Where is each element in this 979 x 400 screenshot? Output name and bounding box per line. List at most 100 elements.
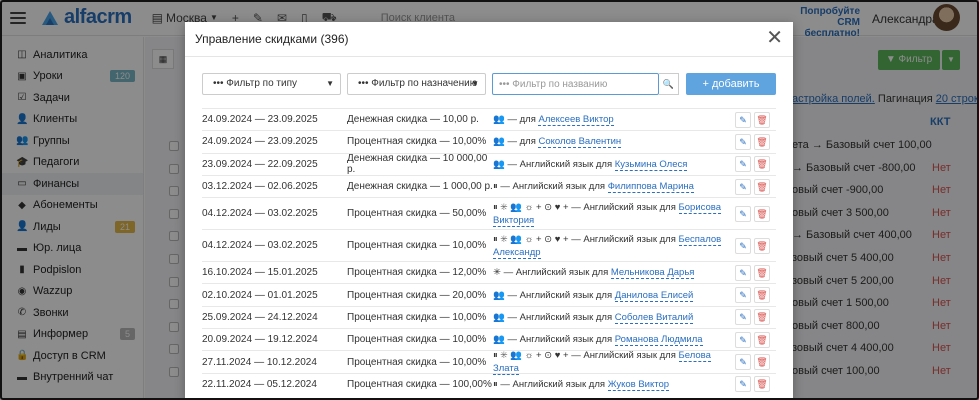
edit-icon[interactable]: ✎ <box>735 156 751 173</box>
purpose-filter-select[interactable]: ••• Фильтр по назначению ▼ <box>347 73 486 95</box>
date-range: 25.09.2024 — 24.12.2024 <box>202 311 318 323</box>
client-link[interactable]: Соколов Валентин <box>538 136 622 149</box>
trash-icon[interactable]: 🗑 <box>754 156 770 173</box>
edit-icon[interactable]: ✎ <box>735 133 751 150</box>
trash-icon[interactable]: 🗑 <box>754 205 770 222</box>
discount-scope: 👥 — для Алексеев Виктор <box>493 113 736 127</box>
trash-icon[interactable]: 🗑 <box>754 354 770 371</box>
row-actions: ✎ 🗑 <box>735 178 770 195</box>
discount-scope: 👥 — Английский язык для Романова Людмила <box>493 333 736 347</box>
client-link[interactable]: Романова Людмила <box>614 334 703 347</box>
scope-text: 👥 — Английский язык для <box>493 334 613 346</box>
row-actions: ✎ 🗑 <box>735 156 770 173</box>
scope-text: ✳ — Английский язык для <box>493 267 609 279</box>
table-row: 22.11.2024 — 05.12.2024 Процентная скидка… <box>202 372 776 395</box>
edit-icon[interactable]: ✎ <box>735 287 751 304</box>
discounts-modal: Управление скидками (396) ✕ ••• Фильтр п… <box>185 22 793 400</box>
trash-icon[interactable]: 🗑 <box>754 264 770 281</box>
scope-text: ⏸ — Английский язык для <box>493 181 606 193</box>
table-row: 27.11.2024 — 10.12.2024 Процентная скидка… <box>202 350 776 376</box>
trash-icon[interactable]: 🗑 <box>754 111 770 128</box>
discount-scope: ⏸ — Английский язык для Жуков Виктор <box>493 378 736 391</box>
scope-text: ⏸ — Английский язык для <box>493 378 606 390</box>
client-link[interactable]: Соболев Виталий <box>614 311 694 324</box>
add-discount-button[interactable]: + добавить <box>686 73 776 95</box>
discount-type: Денежная скидка — 10 000,00 р. <box>347 153 488 176</box>
client-link[interactable]: Кузьмина Олеся <box>614 158 688 171</box>
name-filter-input[interactable] <box>492 73 659 95</box>
table-row: 23.09.2024 — 22.09.2025 Денежная скидка —… <box>202 152 776 176</box>
discount-type: Денежная скидка — 10,00 р. <box>347 114 479 126</box>
discount-scope: ✳ — Английский язык для Мельникова Дарья <box>493 266 736 280</box>
discount-type: Процентная скидка — 10,00% <box>347 136 487 148</box>
date-range: 27.11.2024 — 10.12.2024 <box>202 356 317 368</box>
table-row: 04.12.2024 — 03.02.2025 Процентная скидка… <box>202 229 776 261</box>
trash-icon[interactable]: 🗑 <box>754 133 770 150</box>
discount-type: Процентная скидка — 50,00% <box>347 208 487 220</box>
edit-icon[interactable]: ✎ <box>735 111 751 128</box>
discount-type: Процентная скидка — 10,00% <box>347 311 487 323</box>
scope-text: 👥 — для <box>493 114 536 126</box>
date-range: 20.09.2024 — 19.12.2024 <box>202 334 318 346</box>
search-icon[interactable]: 🔍 <box>659 73 679 95</box>
discount-type: Процентная скидка — 20,00% <box>347 289 487 301</box>
discount-type: Процентная скидка — 100,00% <box>347 378 492 390</box>
type-filter-select[interactable]: ••• Фильтр по типу ▼ <box>202 73 341 95</box>
trash-icon[interactable]: 🗑 <box>754 237 770 254</box>
table-row: 03.12.2024 — 02.06.2025 Денежная скидка —… <box>202 174 776 197</box>
trash-icon[interactable]: 🗑 <box>754 309 770 326</box>
scope-text: 👥 — Английский язык для <box>493 311 613 323</box>
date-range: 02.10.2024 — 01.01.2025 <box>202 289 318 301</box>
row-actions: ✎ 🗑 <box>735 331 770 348</box>
row-actions: ✎ 🗑 <box>735 354 770 371</box>
row-actions: ✎ 🗑 <box>735 133 770 150</box>
modal-header: Управление скидками (396) ✕ <box>185 22 793 57</box>
edit-icon[interactable]: ✎ <box>735 309 751 326</box>
client-link[interactable]: Жуков Виктор <box>607 378 670 391</box>
discount-type: Процентная скидка — 10,00% <box>347 356 487 368</box>
trash-icon[interactable]: 🗑 <box>754 376 770 393</box>
client-link[interactable]: Мельникова Дарья <box>610 267 695 280</box>
edit-icon[interactable]: ✎ <box>735 354 751 371</box>
scope-text: 👥 — Английский язык для <box>493 289 613 301</box>
discounts-table: 24.09.2024 — 23.09.2025 Денежная скидка —… <box>202 108 776 395</box>
edit-icon[interactable]: ✎ <box>735 178 751 195</box>
scope-text: ⏸ ✳ 👥 ☼ + ⊙ ♥ + — Английский язык для <box>493 201 676 213</box>
table-row: 04.12.2024 — 03.02.2025 Процентная скидка… <box>202 197 776 229</box>
discount-scope: ⏸ ✳ 👥 ☼ + ⊙ ♥ + — Английский язык для Бе… <box>493 233 736 259</box>
client-link[interactable]: Алексеев Виктор <box>538 114 614 127</box>
edit-icon[interactable]: ✎ <box>735 331 751 348</box>
trash-icon[interactable]: 🗑 <box>754 331 770 348</box>
edit-icon[interactable]: ✎ <box>735 376 751 393</box>
scope-text: 👥 — для <box>493 136 536 148</box>
scope-text: ⏸ ✳ 👥 ☼ + ⊙ ♥ + — Английский язык для <box>493 233 676 245</box>
date-range: 03.12.2024 — 02.06.2025 <box>202 181 318 193</box>
scope-text: 👥 — Английский язык для <box>493 158 613 170</box>
client-link[interactable]: Филиппова Марина <box>607 181 694 194</box>
date-range: 22.11.2024 — 05.12.2024 <box>202 378 317 390</box>
date-range: 23.09.2024 — 22.09.2025 <box>202 158 318 170</box>
table-row: 25.09.2024 — 24.12.2024 Процентная скидка… <box>202 305 776 328</box>
edit-icon[interactable]: ✎ <box>735 237 751 254</box>
discount-scope: 👥 — Английский язык для Соболев Виталий <box>493 311 736 324</box>
chevron-down-icon: ▼ <box>326 79 334 88</box>
row-actions: ✎ 🗑 <box>735 111 770 128</box>
discount-type: Процентная скидка — 12,00% <box>347 267 487 279</box>
client-link[interactable]: Данилова Елисей <box>614 289 694 302</box>
discount-scope: 👥 — Английский язык для Данилова Елисей <box>493 289 736 302</box>
table-row: 20.09.2024 — 19.12.2024 Процентная скидка… <box>202 328 776 350</box>
trash-icon[interactable]: 🗑 <box>754 178 770 195</box>
trash-icon[interactable]: 🗑 <box>754 287 770 304</box>
row-actions: ✎ 🗑 <box>735 309 770 326</box>
discount-scope: 👥 — для Соколов Валентин <box>493 135 736 149</box>
table-row: 02.10.2024 — 01.01.2025 Процентная скидка… <box>202 283 776 305</box>
edit-icon[interactable]: ✎ <box>735 264 751 281</box>
row-actions: ✎ 🗑 <box>735 287 770 304</box>
row-actions: ✎ 🗑 <box>735 205 770 222</box>
type-filter-label: ••• Фильтр по типу <box>213 78 297 89</box>
close-icon[interactable]: ✕ <box>766 28 783 48</box>
modal-title: Управление скидками (396) <box>195 32 349 46</box>
edit-icon[interactable]: ✎ <box>735 205 751 222</box>
date-range: 04.12.2024 — 03.02.2025 <box>202 208 318 220</box>
discount-type: Денежная скидка — 1 000,00 р. <box>347 181 493 193</box>
